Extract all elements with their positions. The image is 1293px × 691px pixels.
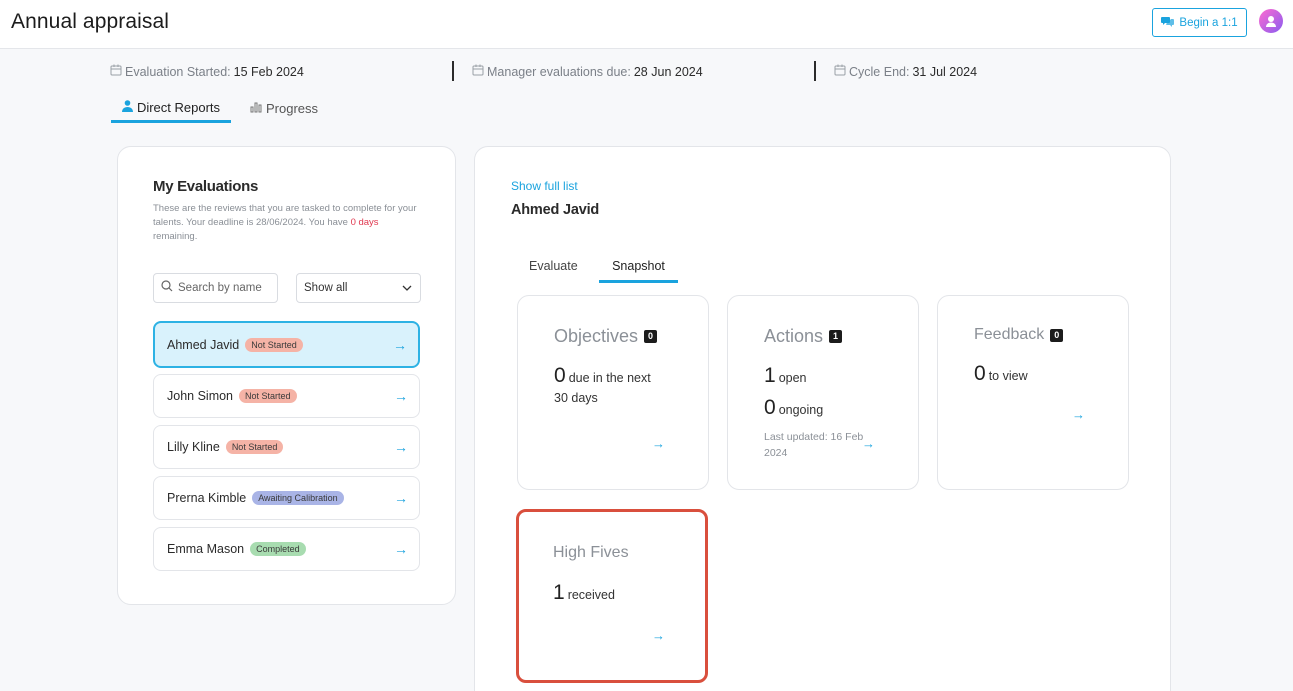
actions-title-label: Actions: [764, 326, 824, 346]
search-icon: [161, 279, 173, 297]
cycle-end: Cycle End: 31 Jul 2024: [834, 64, 977, 79]
my-evaluations-title: My Evaluations: [153, 178, 258, 195]
evaluation-list: Ahmed Javid Not Started → John Simon Not…: [153, 321, 421, 578]
actions-open-stat: 1 open: [764, 364, 807, 388]
begin-one-on-one-label: Begin a 1:1: [1179, 16, 1238, 29]
objectives-title-label: Objectives: [554, 326, 639, 346]
objectives-value: 0: [554, 364, 566, 387]
chat-bubbles-icon: [1161, 16, 1175, 30]
status-filter-select[interactable]: Show all: [296, 273, 421, 303]
list-item[interactable]: John Simon Not Started →: [153, 374, 420, 418]
tab-evaluate[interactable]: Evaluate: [529, 259, 578, 283]
search-input[interactable]: [178, 282, 273, 294]
evaluation-started-value: 15 Feb 2024: [233, 64, 304, 79]
actions-ongoing-text: ongoing: [778, 403, 824, 417]
list-item[interactable]: Lilly Kline Not Started →: [153, 425, 420, 469]
manager-due-value: 28 Jun 2024: [633, 64, 703, 79]
arrow-right-icon[interactable]: →: [652, 628, 665, 643]
status-badge: Not Started: [239, 389, 297, 403]
list-item[interactable]: Prerna Kimble Awaiting Calibration →: [153, 476, 420, 520]
days-remaining: 0 days: [350, 217, 379, 228]
actions-open-value: 1: [764, 364, 776, 387]
tab-progress-label: Progress: [266, 101, 319, 116]
status-filter-value: Show all: [304, 282, 348, 294]
arrow-right-icon[interactable]: →: [394, 388, 408, 404]
high-fives-stat: 1 received: [553, 581, 615, 605]
bar-chart-icon: [250, 101, 262, 116]
employee-name: Ahmed Javid: [511, 202, 600, 218]
feedback-value: 0: [974, 362, 986, 385]
feedback-title: Feedback 0: [974, 326, 1064, 344]
list-item[interactable]: Emma Mason Completed →: [153, 527, 420, 571]
avatar[interactable]: [1259, 9, 1283, 33]
actions-ongoing-stat: 0 ongoing: [764, 396, 824, 420]
arrow-right-icon[interactable]: →: [394, 439, 408, 455]
high-fives-title: High Fives: [553, 544, 629, 561]
actions-last-updated: Last updated: 16 Feb 2024: [764, 431, 864, 459]
chevron-down-icon: [402, 282, 412, 294]
feedback-title-label: Feedback: [974, 326, 1045, 343]
person-name: Ahmed Javid: [167, 337, 240, 352]
manager-due-label: Manager evaluations due:: [487, 64, 631, 79]
evaluation-started-label: Evaluation Started:: [125, 64, 231, 79]
show-full-list-link[interactable]: Show full list: [511, 179, 578, 193]
tab-snapshot[interactable]: Snapshot: [599, 259, 678, 283]
actions-open-text: open: [778, 371, 807, 385]
calendar-icon: [472, 64, 484, 79]
feedback-count: 0: [1050, 328, 1064, 342]
person-name: John Simon: [167, 389, 234, 403]
cycle-end-label: Cycle End:: [849, 64, 910, 79]
actions-title: Actions 1: [764, 326, 843, 347]
arrow-right-icon[interactable]: →: [1072, 407, 1085, 422]
date-divider: [452, 61, 454, 81]
arrow-right-icon[interactable]: →: [394, 490, 408, 506]
actions-count: 1: [829, 330, 843, 343]
feedback-tile[interactable]: Feedback 0 0 to view →: [937, 295, 1129, 490]
date-divider: [814, 61, 816, 81]
objectives-count: 0: [644, 330, 658, 343]
person-name: Lilly Kline: [167, 440, 220, 454]
status-badge: Awaiting Calibration: [252, 491, 344, 505]
calendar-icon: [834, 64, 846, 79]
cycle-dates: Evaluation Started: 15 Feb 2024 Manager …: [0, 60, 1293, 82]
objectives-tile[interactable]: Objectives 0 0 due in the next 30 days →: [517, 295, 709, 490]
status-badge: Completed: [250, 542, 306, 556]
search-field[interactable]: [153, 273, 278, 303]
high-fives-tile[interactable]: High Fives 1 received →: [516, 509, 708, 683]
description-suffix: remaining.: [153, 231, 198, 242]
objectives-title: Objectives 0: [554, 326, 658, 347]
tab-direct-reports-label: Direct Reports: [136, 99, 221, 115]
feedback-text: to view: [988, 369, 1028, 383]
tab-progress[interactable]: Progress: [250, 94, 318, 123]
objectives-text-2: 30 days: [554, 391, 598, 405]
tab-direct-reports[interactable]: Direct Reports: [111, 94, 231, 123]
person-name: Emma Mason: [167, 542, 245, 556]
status-badge: Not Started: [245, 337, 303, 352]
list-item[interactable]: Ahmed Javid Not Started →: [153, 321, 420, 368]
calendar-icon: [110, 64, 122, 79]
high-fives-text: received: [567, 588, 615, 602]
person-icon: [121, 99, 133, 115]
arrow-right-icon[interactable]: →: [862, 436, 875, 451]
arrow-right-icon[interactable]: →: [393, 337, 407, 353]
person-name: Prerna Kimble: [167, 491, 247, 505]
arrow-right-icon[interactable]: →: [394, 541, 408, 557]
begin-one-on-one-button[interactable]: Begin a 1:1: [1152, 8, 1247, 37]
objectives-stat: 0 due in the next 30 days: [554, 364, 651, 408]
evaluation-started: Evaluation Started: 15 Feb 2024: [110, 64, 304, 79]
actions-ongoing-value: 0: [764, 396, 776, 419]
my-evaluations-card: My Evaluations These are the reviews tha…: [117, 146, 456, 605]
feedback-stat: 0 to view: [974, 362, 1028, 386]
page-title: Annual appraisal: [11, 10, 170, 33]
manager-evaluations-due: Manager evaluations due: 28 Jun 2024: [472, 64, 703, 79]
actions-tile[interactable]: Actions 1 1 open 0 ongoing Last updated: 1…: [727, 295, 919, 490]
arrow-right-icon[interactable]: →: [652, 436, 665, 451]
status-badge: Not Started: [225, 440, 284, 454]
cycle-end-value: 31 Jul 2024: [912, 64, 978, 79]
high-fives-value: 1: [553, 581, 565, 604]
my-evaluations-description: These are the reviews that you are taske…: [153, 202, 418, 244]
top-bar: Annual appraisal Begin a 1:1: [0, 0, 1293, 49]
objectives-text: due in the next: [568, 371, 651, 385]
